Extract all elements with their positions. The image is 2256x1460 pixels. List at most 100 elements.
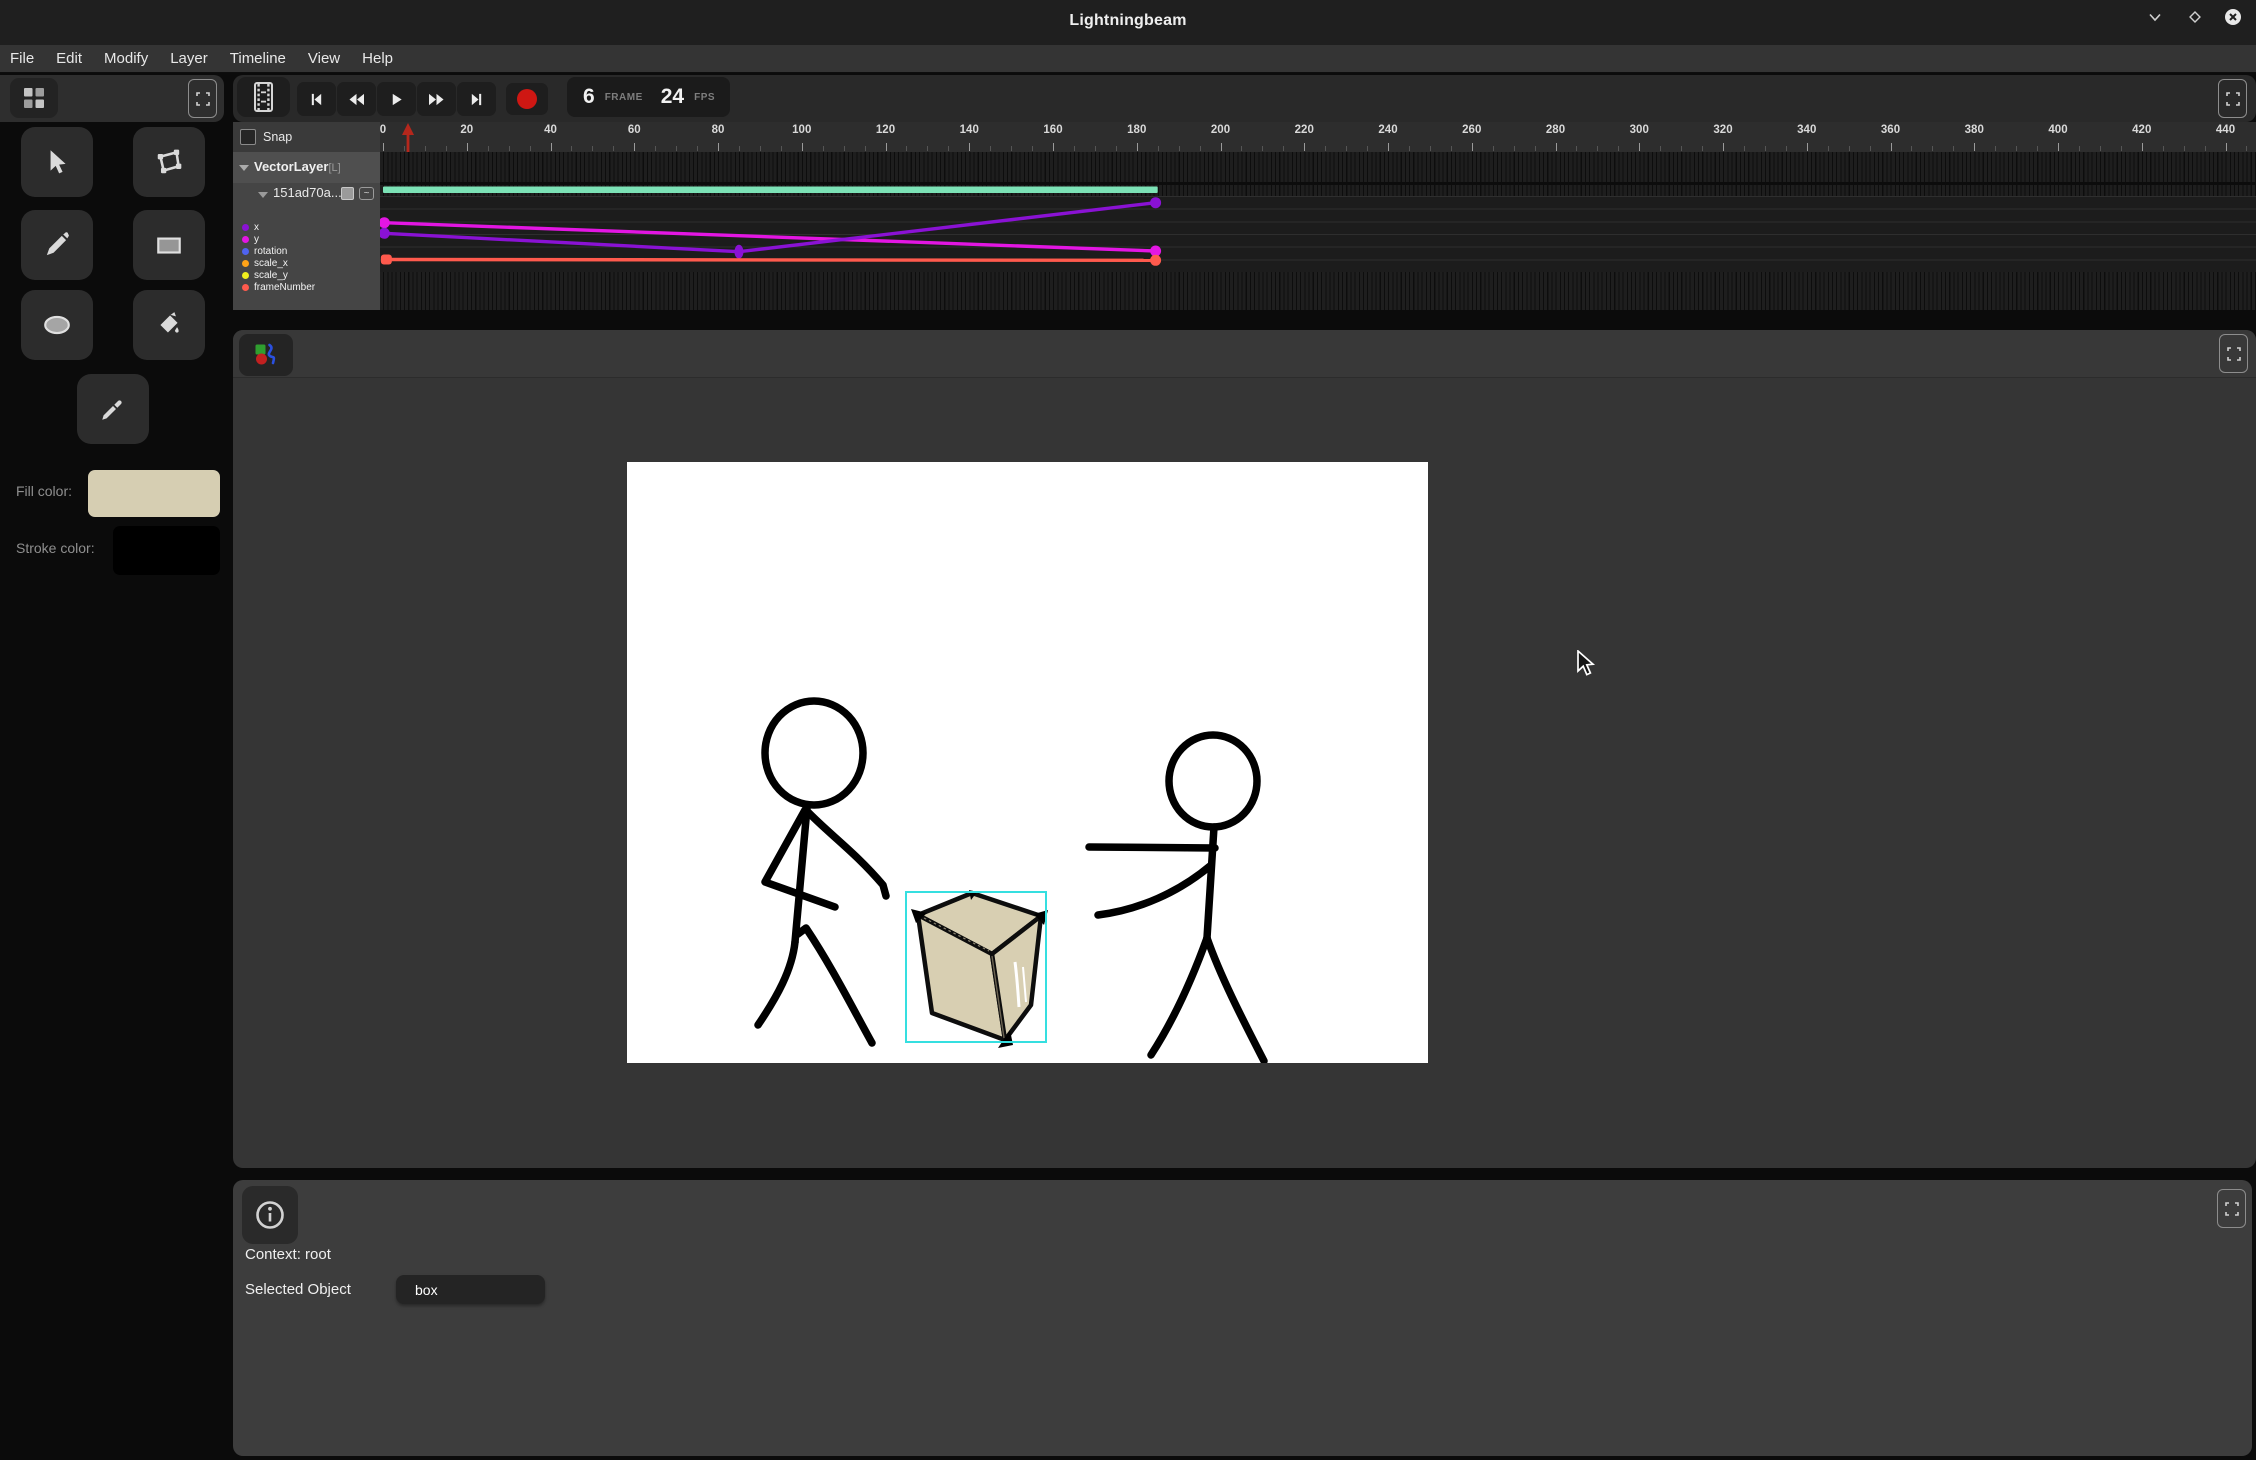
canvas-header [233,330,2256,378]
layer-badge: [L] [328,162,340,174]
ruler-tick [1074,146,1075,151]
ruler-tick [865,146,866,151]
ruler-tick [530,146,531,151]
menu-item-edit[interactable]: Edit [56,50,82,67]
timeline-ruler[interactable]: 0204060801001201401601802002202402602803… [380,122,2256,152]
skip-to-end-button[interactable] [457,82,496,116]
fill-color-swatch[interactable] [88,470,220,517]
grid-icon [23,87,45,109]
property-row-scale_y[interactable]: scale_y [233,269,380,281]
ruler-tick [1576,146,1577,151]
collapse-triangle-icon[interactable] [258,192,268,198]
ruler-label: 380 [1965,124,1984,136]
ruler-tick [1744,146,1745,151]
playhead[interactable] [401,122,415,153]
property-row-y[interactable]: y [233,233,380,245]
menu-item-layer[interactable]: Layer [170,50,208,67]
info-button[interactable] [242,1186,298,1244]
wave-toggle-button[interactable]: ~ [359,187,374,200]
menu-item-file[interactable]: File [10,50,34,67]
property-row-rotation[interactable]: rotation [233,245,380,257]
ruler-tick [823,146,824,151]
menu-item-view[interactable]: View [308,50,340,67]
minimize-button[interactable] [2145,7,2165,27]
close-button[interactable] [2223,7,2243,27]
rectangle-tool-button[interactable] [133,210,205,280]
transform-tool-button[interactable] [133,127,205,197]
ruler-tick [1702,146,1703,151]
inspector-expand-button[interactable] [2217,1189,2246,1228]
ruler-tick [1346,146,1347,151]
fast-forward-button[interactable] [417,82,456,116]
ruler-tick [613,146,614,151]
frame-cells-row[interactable] [380,272,2256,310]
toolbox-expand-button[interactable] [188,79,217,118]
timeline-tracks[interactable]: 0204060801001201401601802002202402602803… [380,122,2256,310]
ellipse-tool-button[interactable] [21,290,93,360]
property-color-dot [242,236,249,243]
selected-object-label: Selected Object [245,1281,351,1298]
film-button[interactable] [237,77,290,117]
rewind-button[interactable] [337,82,376,116]
ruler-label: 220 [1295,124,1314,136]
box-object[interactable] [906,890,1048,1048]
property-row-x[interactable]: x [233,221,380,233]
property-row-frameNumber[interactable]: frameNumber [233,282,380,294]
property-label: scale_x [254,258,288,269]
ruler-tick [655,146,656,151]
eyedropper-icon [98,394,128,424]
timeline-toolbar: 6 FRAME 24 FPS [233,75,2256,122]
panel-grid-button[interactable] [10,78,58,118]
layer-name: VectorLayer[L] [254,159,341,174]
layer-row-vectorlayer[interactable]: VectorLayer[L] [233,152,380,183]
ruler-tick [1200,146,1201,151]
layer-swatch-button[interactable] [341,187,354,200]
ruler-label: 100 [792,124,811,136]
stroke-color-swatch[interactable] [113,526,220,575]
canvas-expand-button[interactable] [2219,334,2248,373]
ruler-tick [927,146,928,151]
ruler-tick [1241,146,1242,151]
ruler-tick [1786,146,1787,151]
ruler-tick [1556,143,1557,151]
stage[interactable] [627,462,1428,1063]
snap-checkbox[interactable] [240,129,256,145]
current-frame-value[interactable]: 6 [583,85,595,109]
paint-bucket-icon [154,310,184,340]
timeline-expand-button[interactable] [2218,79,2247,118]
ruler-tick [1053,143,1054,151]
curve-area[interactable] [380,196,2256,272]
ruler-tick [1828,146,1829,151]
selected-object-field[interactable]: box [396,1275,545,1304]
maximize-button[interactable] [2185,7,2205,27]
fast-forward-icon [428,92,445,107]
play-button[interactable] [377,82,416,116]
select-tool-button[interactable] [21,127,93,197]
eyedropper-tool-button[interactable] [77,374,149,444]
ruler-tick [2163,146,2164,151]
snap-label: Snap [263,130,292,144]
ruler-tick [886,143,887,151]
frame-cells-row[interactable] [380,152,2256,196]
property-color-dot [242,224,249,231]
property-row-scale_x[interactable]: scale_x [233,257,380,269]
ruler-tick [551,143,552,151]
pencil-tool-button[interactable] [21,210,93,280]
menu-item-timeline[interactable]: Timeline [230,50,286,67]
stick-figure-left[interactable] [758,701,886,1043]
menu-item-help[interactable]: Help [362,50,393,67]
stick-figure-right[interactable] [1089,735,1264,1061]
menu-item-modify[interactable]: Modify [104,50,148,67]
shapes-button[interactable] [239,334,293,376]
film-strip-icon [254,82,273,112]
ruler-label: 280 [1546,124,1565,136]
record-button[interactable] [506,83,548,115]
collapse-triangle-icon[interactable] [239,165,249,171]
fps-value[interactable]: 24 [661,85,684,109]
expand-icon [2227,347,2241,361]
ruler-label: 440 [2216,124,2235,136]
paint-bucket-tool-button[interactable] [133,290,205,360]
ruler-tick [1409,146,1410,151]
ruler-tick [760,146,761,151]
skip-to-start-button[interactable] [297,82,336,116]
